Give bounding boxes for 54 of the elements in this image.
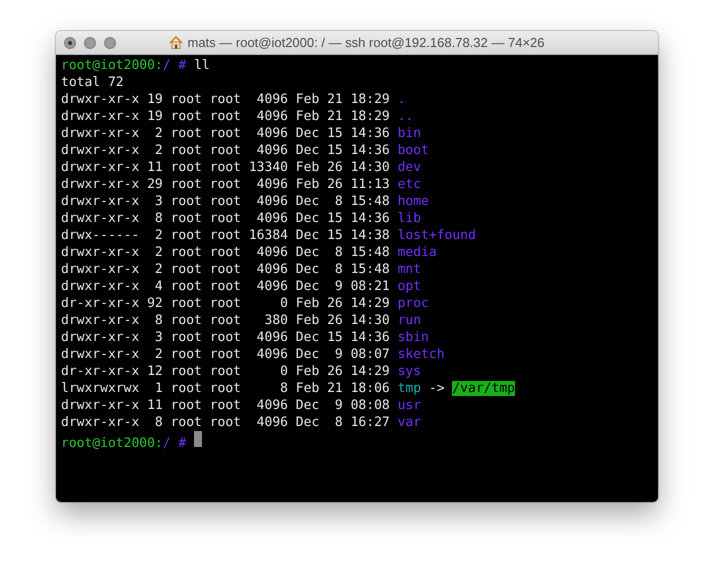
file-details: drwxr-xr-x 29 root root 4096 Feb 26 11:13	[61, 177, 390, 192]
output-text: total 72	[61, 75, 124, 90]
file-name: boot	[398, 143, 429, 158]
file-name: etc	[398, 177, 422, 192]
file-name: opt	[398, 279, 422, 294]
file-details: drwxr-xr-x 3 root root 4096 Dec 15 14:36	[61, 330, 390, 345]
prompt-path: / #	[162, 58, 186, 73]
dot-icon	[68, 41, 72, 45]
file-details: drwxr-xr-x 3 root root 4096 Dec 8 15:48	[61, 194, 390, 209]
prompt-path: / #	[162, 436, 186, 451]
file-details: dr-xr-xr-x 12 root root 0 Feb 26 14:29	[61, 364, 390, 379]
prompt-host: root@iot2000:	[61, 436, 163, 451]
file-details: drwxr-xr-x 11 root root 13340 Feb 26 14:30	[61, 160, 390, 175]
file-name: lost+found	[398, 228, 476, 243]
file-name: tmp	[398, 381, 422, 396]
file-name: .	[398, 92, 406, 107]
file-name: usr	[398, 398, 422, 413]
link-arrow: ->	[428, 381, 445, 396]
file-name: bin	[398, 126, 422, 141]
file-name: sketch	[398, 347, 445, 362]
file-name: run	[398, 313, 422, 328]
file-name: dev	[398, 160, 422, 175]
file-name: ..	[398, 109, 414, 124]
file-name: sbin	[398, 330, 429, 345]
file-details: drwxr-xr-x 8 root root 380 Feb 26 14:30	[61, 313, 390, 328]
file-details: drwxr-xr-x 2 root root 4096 Dec 15 14:36	[61, 126, 390, 141]
file-name: media	[398, 245, 437, 260]
file-name: sys	[398, 364, 422, 379]
file-details: drwxr-xr-x 2 root root 4096 Dec 8 15:48	[61, 245, 390, 260]
file-name: var	[398, 415, 422, 430]
file-details: dr-xr-xr-x 92 root root 0 Feb 26 14:29	[61, 296, 390, 311]
zoom-button[interactable]	[104, 37, 116, 49]
home-icon	[169, 36, 184, 49]
file-details: drwx------ 2 root root 16384 Dec 15 14:38	[61, 228, 390, 243]
command-text: ll	[194, 58, 210, 73]
file-details: drwxr-xr-x 4 root root 4096 Dec 9 08:21	[61, 279, 390, 294]
link-target: /var/tmp	[452, 381, 515, 396]
file-details: drwxr-xr-x 19 root root 4096 Feb 21 18:29	[61, 109, 390, 124]
close-button[interactable]	[64, 37, 76, 49]
file-name: proc	[398, 296, 429, 311]
file-details: lrwxrwxrwx 1 root root 8 Feb 21 18:06	[61, 381, 390, 396]
file-details: drwxr-xr-x 11 root root 4096 Dec 9 08:08	[61, 398, 390, 413]
file-details: drwxr-xr-x 2 root root 4096 Dec 9 08:07	[61, 347, 390, 362]
file-details: drwxr-xr-x 2 root root 4096 Dec 15 14:36	[61, 143, 390, 158]
window-title: mats — root@iot2000: / — ssh root@192.168.78.32 — 74×26	[187, 34, 544, 52]
file-name: mnt	[398, 262, 422, 277]
minimize-button[interactable]	[84, 37, 96, 49]
prompt-host: root@iot2000:	[61, 58, 163, 73]
file-details: drwxr-xr-x 19 root root 4096 Feb 21 18:29	[61, 92, 390, 107]
file-details: drwxr-xr-x 8 root root 4096 Dec 8 16:27	[61, 415, 390, 430]
file-details: drwxr-xr-x 8 root root 4096 Dec 15 14:36	[61, 211, 390, 226]
file-name: home	[398, 194, 429, 209]
file-name: lib	[398, 211, 422, 226]
file-details: drwxr-xr-x 2 root root 4096 Dec 8 15:48	[61, 262, 390, 277]
